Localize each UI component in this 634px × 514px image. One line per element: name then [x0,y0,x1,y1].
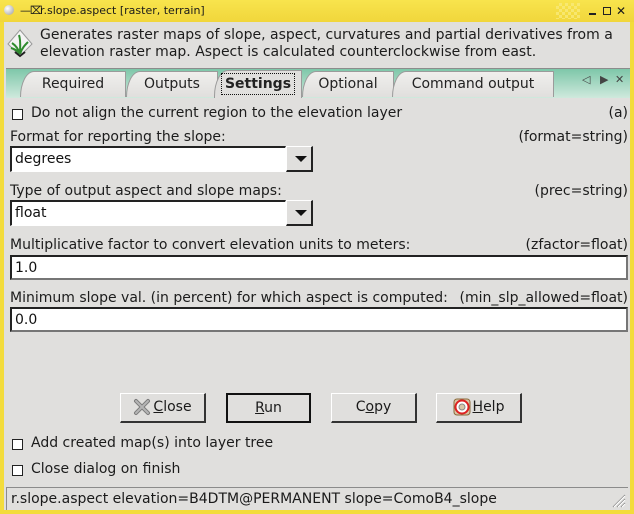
min-slope-input[interactable] [10,307,628,332]
module-header: Generates raster maps of slope, aspect, … [4,22,630,64]
tab-outputs[interactable]: Outputs [126,71,218,97]
chevron-down-icon [295,156,307,162]
help-label-rest: elp [483,399,505,415]
grass-logo-icon [7,29,33,58]
tab-label: Command output [411,76,535,92]
tab-label: Optional [318,76,378,92]
close-on-finish-checkbox[interactable] [12,465,23,476]
tab-settings[interactable]: Settings [214,70,302,98]
tab-required[interactable]: Required [20,71,126,97]
close-label-rest: lose [163,399,192,415]
close-mnemonic: C [153,399,164,415]
help-button[interactable]: Help [436,393,522,423]
maximize-button[interactable] [600,0,614,22]
zfactor-input[interactable] [10,255,628,280]
min-slope-param: (min_slp_allowed=float) [459,290,628,306]
tab-optional[interactable]: Optional [302,71,394,97]
add-layer-checkbox[interactable] [12,439,23,450]
tab-close-icon[interactable]: ✕ [615,73,624,86]
tab-label: Required [41,76,105,92]
prec-param: (prec=string) [534,183,629,199]
close-x-icon [134,399,151,415]
minimize-icon [588,13,596,15]
prec-dropdown-button[interactable] [286,200,313,226]
zfactor-param: (zfactor=float) [525,237,628,253]
status-bar: r.slope.aspect elevation=B4DTM@PERMANENT… [6,487,628,510]
run-label-rest: un [264,400,282,416]
lifebuoy-help-icon [453,398,471,416]
zfactor-label: Multiplicative factor to convert elevati… [10,237,411,253]
close-icon: ✕ [615,4,627,18]
run-button[interactable]: Run [226,393,311,423]
description-line-2: elevation raster map. Aspect is calculat… [40,44,537,60]
copy-button[interactable]: Copy [331,393,417,423]
min-slope-label: Minimum slope val. (in percent) for whic… [10,290,448,306]
format-select[interactable]: degrees [10,146,286,172]
tab-label: Outputs [144,76,200,92]
copy-label-pre: C [355,399,366,415]
align-region-checkbox[interactable] [12,109,23,120]
pin-icon[interactable]: —⌧ [20,0,43,22]
format-dropdown-button[interactable] [286,146,313,172]
prec-label: Type of output aspect and slope maps: [10,183,282,199]
help-mnemonic: H [472,399,484,415]
close-window-button[interactable]: ✕ [614,0,628,22]
prec-select[interactable]: float [10,200,286,226]
add-layer-label: Add created map(s) into layer tree [31,435,274,451]
format-label: Format for reporting the slope: [10,129,226,145]
title-bar[interactable]: —⌧ r.slope.aspect [raster, terrain] ✕ [0,0,634,22]
maximize-icon [603,7,611,15]
description-line-1: Generates raster maps of slope, aspect, … [40,27,613,43]
run-mnemonic: R [255,400,265,416]
dialog-window: —⌧ r.slope.aspect [raster, terrain] ✕ Ge… [0,0,634,514]
copy-label-rest: py [374,399,392,415]
align-region-label: Do not align the current region to the e… [31,105,403,121]
resize-grip-icon[interactable] [610,492,626,508]
close-on-finish-label: Close dialog on finish [31,461,181,477]
window-menu-icon[interactable] [4,5,14,15]
close-button[interactable]: Close [120,393,206,423]
copy-mnemonic: o [365,399,375,415]
tab-label: Settings [220,73,296,95]
chevron-down-icon [295,210,307,216]
format-param: (format=string) [518,129,628,145]
tab-command-output[interactable]: Command output [392,71,554,97]
tab-scroll-left-icon[interactable]: ◁ [582,73,590,86]
window-title: r.slope.aspect [raster, terrain] [40,4,205,17]
align-region-param: (a) [608,105,628,121]
command-preview: r.slope.aspect elevation=B4DTM@PERMANENT… [11,491,497,507]
titlebar-decoration [556,3,580,19]
tab-scroll-right-icon[interactable]: ▶ [600,73,608,86]
module-description: Generates raster maps of slope, aspect, … [40,27,620,61]
minimize-button[interactable] [585,0,599,22]
notebook-tabs: Required Outputs Settings Optional Comma… [6,68,630,98]
